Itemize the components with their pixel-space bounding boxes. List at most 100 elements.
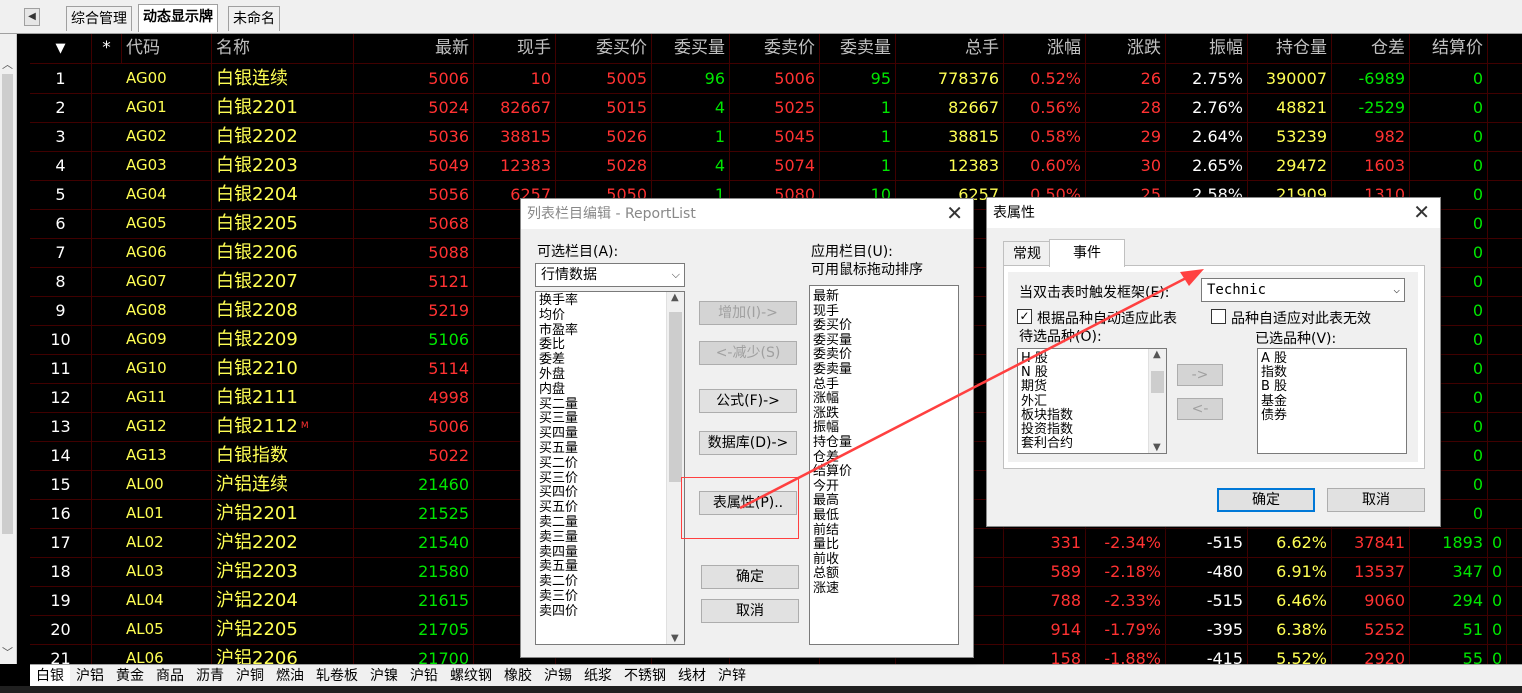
column-header[interactable]: 委卖量 — [820, 34, 896, 63]
list-item[interactable]: 最高 — [810, 494, 958, 509]
available-list[interactable]: 换手率 均价 市盈率 委比 委差 外盘 内盘 买二量 买三量 买四量 买五量 买二价 买三价 买四价 买五价… — [535, 291, 685, 645]
category-tab[interactable]: 沪铜 — [230, 665, 270, 687]
move-right-button[interactable]: -> — [1177, 364, 1223, 386]
list-item[interactable]: 委差 — [536, 352, 667, 368]
list-item[interactable]: 买四价 — [536, 486, 667, 501]
list-item[interactable]: 结算价 — [810, 465, 958, 480]
scroll-up-icon[interactable]: ▲ — [671, 292, 679, 303]
list-item[interactable]: H 股 — [1018, 351, 1149, 366]
column-header[interactable]: 代码 — [122, 34, 212, 63]
list-item[interactable]: 最新 — [810, 289, 958, 305]
list-item[interactable]: 买五价 — [536, 500, 667, 516]
list-item[interactable]: 涨速 — [810, 581, 958, 597]
list-item[interactable]: 指数 — [1258, 366, 1406, 380]
available-list-scrollbar[interactable]: ▲ ▼ — [666, 292, 684, 644]
list-item[interactable]: 现手 — [810, 304, 958, 320]
scroll-thumb[interactable] — [1151, 371, 1164, 393]
left-scrollbar[interactable]: ︿ ﹀ — [0, 34, 17, 664]
tab-general[interactable]: 常规 — [1003, 241, 1051, 266]
move-left-button[interactable]: <- — [1177, 398, 1223, 420]
category-tab[interactable]: 不锈钢 — [618, 665, 672, 687]
tab-event[interactable]: 事件 — [1049, 239, 1125, 267]
list-item[interactable]: 总手 — [810, 377, 958, 393]
list-item[interactable]: 涨幅 — [810, 392, 958, 407]
cancel-button[interactable]: 取消 — [701, 599, 799, 623]
list-item[interactable]: 前收 — [810, 552, 958, 568]
list-item[interactable]: 基金 — [1258, 394, 1406, 409]
list-item[interactable]: 外盘 — [536, 367, 667, 383]
list-item[interactable]: 涨跌 — [810, 406, 958, 422]
scroll-thumb[interactable] — [2, 74, 13, 534]
list-item[interactable]: 最低 — [810, 508, 958, 524]
cancel-button[interactable]: 取消 — [1327, 488, 1425, 512]
applied-list[interactable]: 最新 现手 委买价 委买量 委卖价 委卖量 总手 涨幅 涨跌 振幅 持仓量 仓差 结算价 今开 最高 最低 前结… — [809, 285, 959, 645]
column-header[interactable]: 名称 — [212, 34, 354, 63]
remove-button[interactable]: <-减少(S) — [699, 341, 797, 365]
category-tab[interactable]: 燃油 — [270, 665, 310, 687]
list-item[interactable]: 买三量 — [536, 412, 667, 427]
list-item[interactable]: 买三价 — [536, 471, 667, 487]
list-item[interactable]: 内盘 — [536, 382, 667, 398]
column-header[interactable]: 委买价 — [556, 34, 652, 63]
table-row[interactable]: 4 AG03 白银2203 5049 12383 5028 4 5074 1 12383 0.60%… — [30, 151, 1522, 181]
list-item[interactable]: 卖五量 — [536, 560, 667, 575]
category-tab[interactable]: 纸浆 — [578, 665, 618, 687]
list-item[interactable]: B 股 — [1258, 380, 1406, 394]
category-tab[interactable]: 白银 — [30, 665, 70, 687]
list-item[interactable]: 持仓量 — [810, 435, 958, 451]
list-item[interactable]: 委买量 — [810, 333, 958, 349]
category-tab[interactable]: 沪镍 — [364, 665, 404, 687]
list-item[interactable]: A 股 — [1258, 351, 1406, 366]
category-tab[interactable]: 商品 — [150, 665, 190, 687]
list-item[interactable]: 卖二量 — [536, 515, 667, 531]
list-item[interactable]: 量比 — [810, 537, 958, 553]
list-item[interactable]: 外汇 — [1018, 394, 1149, 409]
column-header[interactable]: 振幅 — [1166, 34, 1248, 63]
list-item[interactable]: 委买价 — [810, 319, 958, 334]
table-row[interactable]: 1 AG00 白银连续 5006 10 5005 96 5006 95 778376 0.52% 26… — [30, 64, 1522, 94]
column-header[interactable]: 最新 — [354, 34, 474, 63]
scroll-up-icon[interactable]: ︿ — [2, 56, 13, 72]
ok-button[interactable]: 确定 — [1217, 488, 1315, 512]
column-header[interactable]: * — [92, 34, 122, 63]
candidate-list[interactable]: H 股N 股期货 外汇 板块指数 投资指数 套利合约 ▲ ▼ — [1017, 348, 1167, 454]
category-tab[interactable]: 沪铅 — [404, 665, 444, 687]
list-item[interactable]: 卖四量 — [536, 545, 667, 561]
list-item[interactable]: 均价 — [536, 308, 667, 324]
list-item[interactable]: 买二量 — [536, 397, 667, 413]
list-item[interactable]: 委卖价 — [810, 348, 958, 363]
column-header[interactable]: 结算价 — [1410, 34, 1488, 63]
close-icon[interactable]: ✕ — [1413, 200, 1430, 224]
candidate-list-scrollbar[interactable]: ▲ ▼ — [1148, 349, 1166, 453]
category-tab[interactable]: 沪锡 — [538, 665, 578, 687]
sort-icon[interactable]: ▼ — [30, 34, 92, 63]
list-item[interactable]: 买四量 — [536, 426, 667, 442]
column-header[interactable]: 委卖价 — [730, 34, 820, 63]
list-item[interactable]: 债券 — [1258, 408, 1406, 423]
database-button[interactable]: 数据库(D)-> — [699, 431, 797, 455]
list-item[interactable]: 套利合约 — [1018, 437, 1149, 451]
list-item[interactable]: 卖二价 — [536, 574, 667, 590]
column-header[interactable]: 现手 — [474, 34, 556, 63]
category-tab[interactable]: 线材 — [672, 665, 712, 687]
tab-dynamic-board[interactable]: 动态显示牌 — [138, 4, 218, 32]
category-tab[interactable]: 轧卷板 — [310, 665, 364, 687]
category-tab[interactable]: 螺纹钢 — [444, 665, 498, 687]
list-item[interactable]: 委卖量 — [810, 362, 958, 378]
formula-button[interactable]: 公式(F)-> — [699, 389, 797, 413]
category-tab[interactable]: 橡胶 — [498, 665, 538, 687]
scroll-thumb[interactable] — [669, 312, 682, 482]
list-item[interactable]: 总额 — [810, 567, 958, 582]
close-icon[interactable]: ✕ — [946, 201, 963, 225]
category-tab[interactable]: 沪铝 — [70, 665, 110, 687]
column-header[interactable]: 涨跌 — [1086, 34, 1166, 63]
table-row[interactable]: 3 AG02 白银2202 5036 38815 5026 1 5045 1 38815 0.58%… — [30, 122, 1522, 152]
invalid-checkbox[interactable] — [1211, 309, 1226, 324]
scroll-down-icon[interactable]: ▼ — [671, 633, 679, 644]
list-item[interactable]: 市盈率 — [536, 323, 667, 339]
tab-unnamed[interactable]: 未命名 — [228, 6, 280, 31]
list-item[interactable]: 振幅 — [810, 421, 958, 436]
tab-scroll-left-button[interactable]: ◀ — [24, 8, 40, 26]
ok-button[interactable]: 确定 — [701, 565, 799, 589]
category-select[interactable]: 行情数据 ⌵ — [535, 263, 685, 287]
